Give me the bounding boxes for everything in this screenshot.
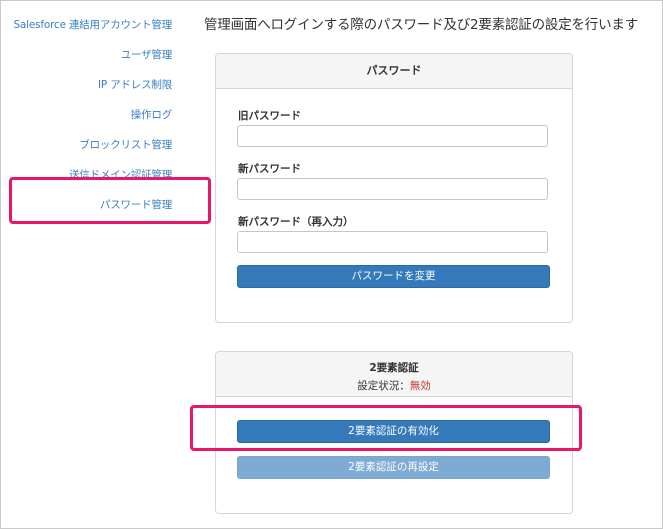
highlight-password-menu <box>9 177 211 224</box>
confirm-password-input[interactable] <box>237 231 548 253</box>
new-password-label: 新パスワード <box>238 163 301 175</box>
old-password-input[interactable] <box>237 125 548 147</box>
page-title: 管理画面へログインする際のパスワード及び2要素認証の設定を行います <box>204 17 638 33</box>
new-password-input[interactable] <box>237 178 548 200</box>
status-label: 設定状況： <box>357 380 410 392</box>
reset-two-factor-button[interactable]: 2要素認証の再設定 <box>237 456 550 479</box>
two-factor-heading: 2要素認証 <box>369 362 419 374</box>
old-password-label: 旧パスワード <box>238 110 301 122</box>
password-panel-header: パスワード <box>216 54 572 89</box>
sidebar-item-operation-log[interactable]: 操作ログ <box>131 107 172 122</box>
status-badge: 無効 <box>409 380 431 392</box>
confirm-password-label: 新パスワード（再入力） <box>238 216 354 228</box>
sidebar-item-salesforce-account[interactable]: Salesforce 連結用アカウント管理 <box>13 17 172 32</box>
password-panel: パスワード 旧パスワード 新パスワード 新パスワード（再入力） パスワードを変更 <box>215 53 573 323</box>
two-factor-status: 設定状況：無効 <box>216 375 572 393</box>
sidebar-item-users[interactable]: ユーザ管理 <box>121 47 172 62</box>
sidebar-item-blocklist[interactable]: ブロックリスト管理 <box>79 137 172 152</box>
two-factor-panel-header: 2要素認証 設定状況：無効 <box>216 352 572 397</box>
highlight-enable-two-factor <box>190 405 582 451</box>
sidebar-item-ip-restriction[interactable]: IP アドレス制限 <box>98 77 172 92</box>
change-password-button[interactable]: パスワードを変更 <box>237 265 550 288</box>
